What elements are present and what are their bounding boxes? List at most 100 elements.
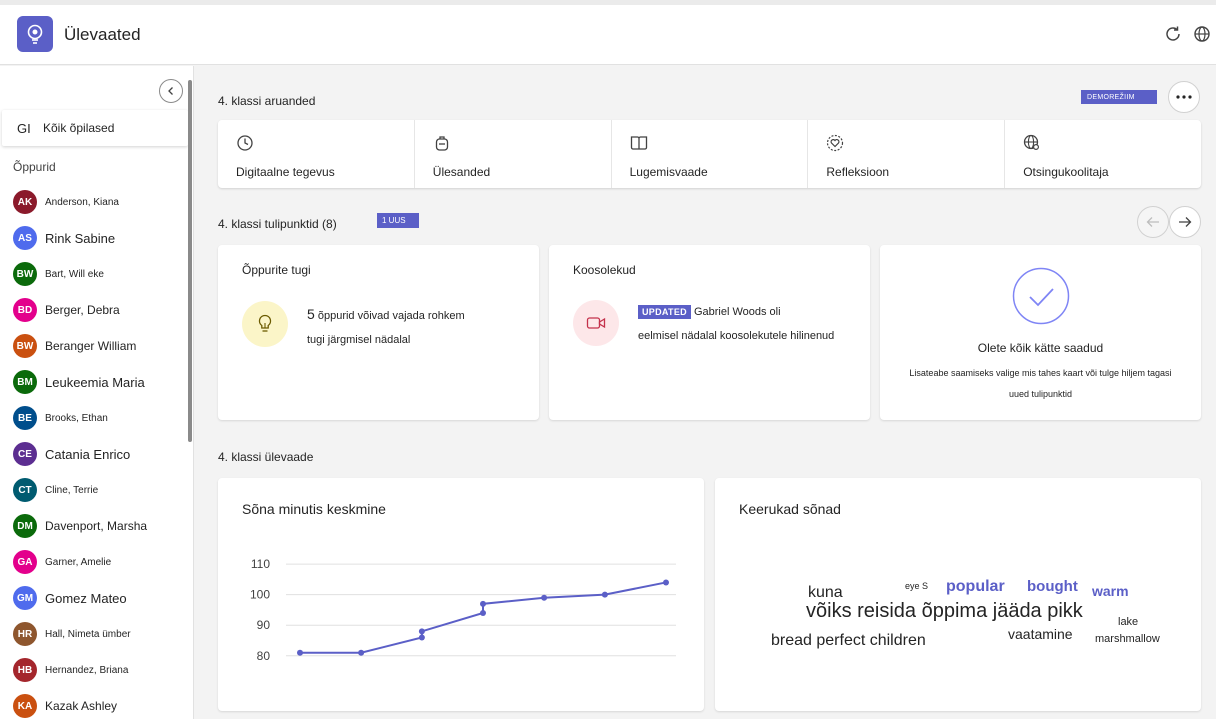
support-count: 5 — [307, 306, 315, 322]
data-point — [418, 628, 425, 635]
report-reflection[interactable]: Refleksioon — [808, 120, 1006, 188]
student-name: Hernandez, Briana — [45, 664, 129, 676]
student-support-card[interactable]: Õppurite tugi 5 õppurid võivad vajada ro… — [218, 245, 539, 420]
student-name: Garner, Amelie — [45, 556, 112, 568]
collapse-sidebar-button[interactable] — [159, 79, 183, 103]
demo-mode-badge: DEMOREŽIIM — [1081, 90, 1157, 104]
student-name: Rink Sabine — [45, 230, 116, 246]
student-item[interactable]: BW Beranger William — [13, 328, 147, 364]
y-tick-label: 100 — [250, 588, 270, 602]
avatar: AS — [13, 226, 37, 250]
all-caught-up-card: Olete kõik kätte saadud Lisateabe saamis… — [880, 245, 1201, 420]
student-name: Brooks, Ethan — [45, 412, 108, 424]
student-name: Leukeemia Maria — [45, 374, 145, 390]
arrow-right-icon — [1179, 217, 1192, 227]
chart-title: Sõna minutis keskmine — [242, 501, 386, 517]
data-point — [601, 591, 608, 598]
sidebar: GI Kõik õpilased Õppurid AK Anderson, Kia… — [0, 66, 194, 719]
student-name: Beranger William — [45, 339, 137, 353]
avatar: BW — [13, 334, 37, 358]
avatar: CE — [13, 442, 37, 466]
cloud-word: marshmallow — [1095, 633, 1160, 645]
data-point — [358, 649, 365, 656]
student-item[interactable]: CT Cline, Terrie — [13, 472, 147, 508]
data-point — [480, 610, 486, 616]
app-title: Ülevaated — [64, 25, 141, 44]
data-point — [663, 579, 669, 586]
previous-button[interactable] — [1137, 206, 1169, 238]
student-item[interactable]: BW Bart, Will eke — [13, 256, 147, 292]
difficult-words-card[interactable]: Keerukad sõnad kuna eye Spopular bought war… — [715, 478, 1201, 711]
report-label: Otsingukoolitaja — [1023, 165, 1109, 179]
all-students-item[interactable]: GI Kõik õpilased — [2, 110, 188, 146]
highlights-title: 4. klassi tulipunktid (8) — [218, 217, 337, 231]
globe-icon[interactable] — [1191, 23, 1213, 45]
backpack-icon — [435, 136, 448, 151]
words-title: Keerukad sõnad — [739, 501, 841, 517]
meetings-card[interactable]: Koosolekud UPDATED Gabriel Woods oli eelm… — [549, 245, 870, 420]
y-tick-label: 80 — [257, 649, 271, 663]
lightbulb-icon — [242, 301, 288, 347]
y-tick-label: 110 — [251, 558, 270, 571]
sidebar-scrollbar[interactable] — [188, 80, 192, 442]
heart-icon — [827, 134, 844, 152]
student-name: Hall, Nimeta ümber — [45, 628, 131, 640]
card-title: Õppurite tugi — [242, 263, 311, 277]
cloud-word: eye S — [905, 581, 929, 591]
caught-up-title: Olete kõik kätte saadud — [977, 341, 1104, 355]
student-item[interactable]: GA Garner, Amelie — [13, 544, 147, 580]
student-name: Davenport, Marsha — [45, 519, 148, 533]
student-item[interactable]: KA Kazak Ashley — [13, 688, 147, 719]
wpm-line-chart: 80 90 100 110 — [250, 558, 676, 663]
student-item[interactable]: HR Hall, Nimeta ümber — [13, 616, 147, 652]
student-item[interactable]: BD Berger, Debra — [13, 292, 147, 328]
student-name: Catania Enrico — [45, 446, 131, 462]
student-item[interactable]: AS Rink Sabine — [13, 220, 147, 256]
report-label: Ülesanded — [432, 165, 491, 179]
avatar: BD — [13, 298, 37, 322]
report-reading[interactable]: Lugemisvaade — [612, 120, 809, 188]
cloud-word: warm — [1092, 583, 1129, 599]
avatar: AK — [13, 190, 37, 214]
avatar: DM — [13, 514, 37, 538]
report-digital-activity[interactable]: Digitaalne tegevus — [218, 120, 415, 188]
report-label: Lugemisvaade — [629, 165, 708, 179]
new-badge: 1 UUS — [377, 213, 419, 228]
updated-tag: UPDATED — [638, 305, 691, 319]
student-item[interactable]: HB Hernandez, Briana — [13, 652, 147, 688]
student-item[interactable]: AK Anderson, Kiana — [13, 184, 147, 220]
cloud-word: popular — [946, 578, 1005, 595]
clock-icon — [237, 135, 253, 151]
caught-up-line2: uued tulipunktid — [1008, 389, 1073, 399]
student-item[interactable]: DM Davenport, Marsha — [13, 508, 147, 544]
student-list: AK Anderson, Kiana AS Rink Sabine BW Bart, Wi… — [13, 184, 147, 719]
student-item[interactable]: BM Leukeemia Maria — [13, 364, 147, 400]
report-assignments[interactable]: Ülesanded — [415, 120, 612, 188]
cloud-word: vaatamine — [1008, 626, 1073, 642]
y-tick-label: 90 — [257, 618, 271, 632]
student-item[interactable]: CE Catania Enrico — [13, 436, 147, 472]
globe-search-icon — [1024, 134, 1040, 151]
wpm-chart-card[interactable]: Sõna minutis keskmine 80 90 100 110 — [218, 478, 704, 711]
arrow-left-icon — [1146, 217, 1159, 227]
student-name: Cline, Terrie — [45, 484, 99, 496]
student-item[interactable]: GM Gomez Mateo — [13, 580, 147, 616]
meetings-text-line2: eelmisel nädalal koosolekutele hilinenud — [638, 330, 835, 342]
avatar: GA — [13, 550, 37, 574]
cloud-word: bread perfect children — [771, 632, 926, 649]
next-button[interactable] — [1169, 206, 1201, 238]
student-name: Bart, Will eke — [45, 268, 104, 280]
report-search-coach[interactable]: Otsingukoolitaja — [1005, 120, 1201, 188]
series-line — [300, 581, 667, 654]
avatar: GM — [13, 586, 37, 610]
students-section-label: Õppurid — [13, 160, 56, 174]
reports-row: Digitaalne tegevus Ülesanded Lugemisvaad… — [218, 120, 1201, 188]
caught-up-text: Lisateabe saamiseks valige mis tahes kaa… — [880, 363, 1201, 405]
refresh-icon[interactable] — [1162, 23, 1184, 45]
student-item[interactable]: BE Brooks, Ethan — [13, 400, 147, 436]
support-text: 5 õppurid võivad vajada rohkem tugi järg… — [307, 302, 465, 352]
student-name: Kazak Ashley — [45, 699, 118, 713]
data-point — [418, 634, 425, 641]
more-options-button[interactable] — [1168, 81, 1200, 113]
data-point — [297, 649, 303, 656]
